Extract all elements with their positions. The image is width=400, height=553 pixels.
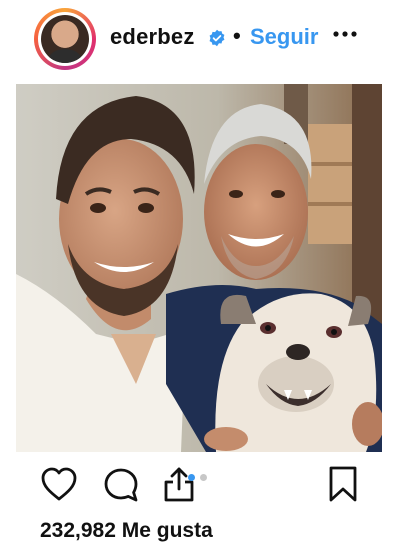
follow-button[interactable]: Seguir bbox=[250, 24, 318, 50]
comment-icon[interactable] bbox=[102, 466, 140, 504]
post-actions-bar bbox=[0, 460, 400, 510]
carousel-dot bbox=[200, 474, 207, 481]
heart-icon[interactable] bbox=[40, 466, 78, 502]
avatar-story-ring[interactable] bbox=[34, 8, 96, 70]
share-icon[interactable] bbox=[162, 464, 196, 504]
carousel-dot-active bbox=[188, 474, 195, 481]
avatar bbox=[41, 15, 89, 63]
bookmark-icon[interactable] bbox=[326, 464, 360, 504]
more-options-icon[interactable] bbox=[333, 30, 357, 38]
post-header: ederbez • Seguir bbox=[0, 0, 400, 80]
verified-badge-icon bbox=[209, 29, 225, 47]
carousel-indicator bbox=[188, 474, 212, 482]
separator-dot: • bbox=[233, 23, 241, 48]
likes-count[interactable]: 232,982 Me gusta bbox=[40, 519, 213, 543]
photo-illustration bbox=[16, 84, 382, 452]
post-photo[interactable] bbox=[16, 84, 382, 452]
username[interactable]: ederbez bbox=[110, 24, 195, 50]
